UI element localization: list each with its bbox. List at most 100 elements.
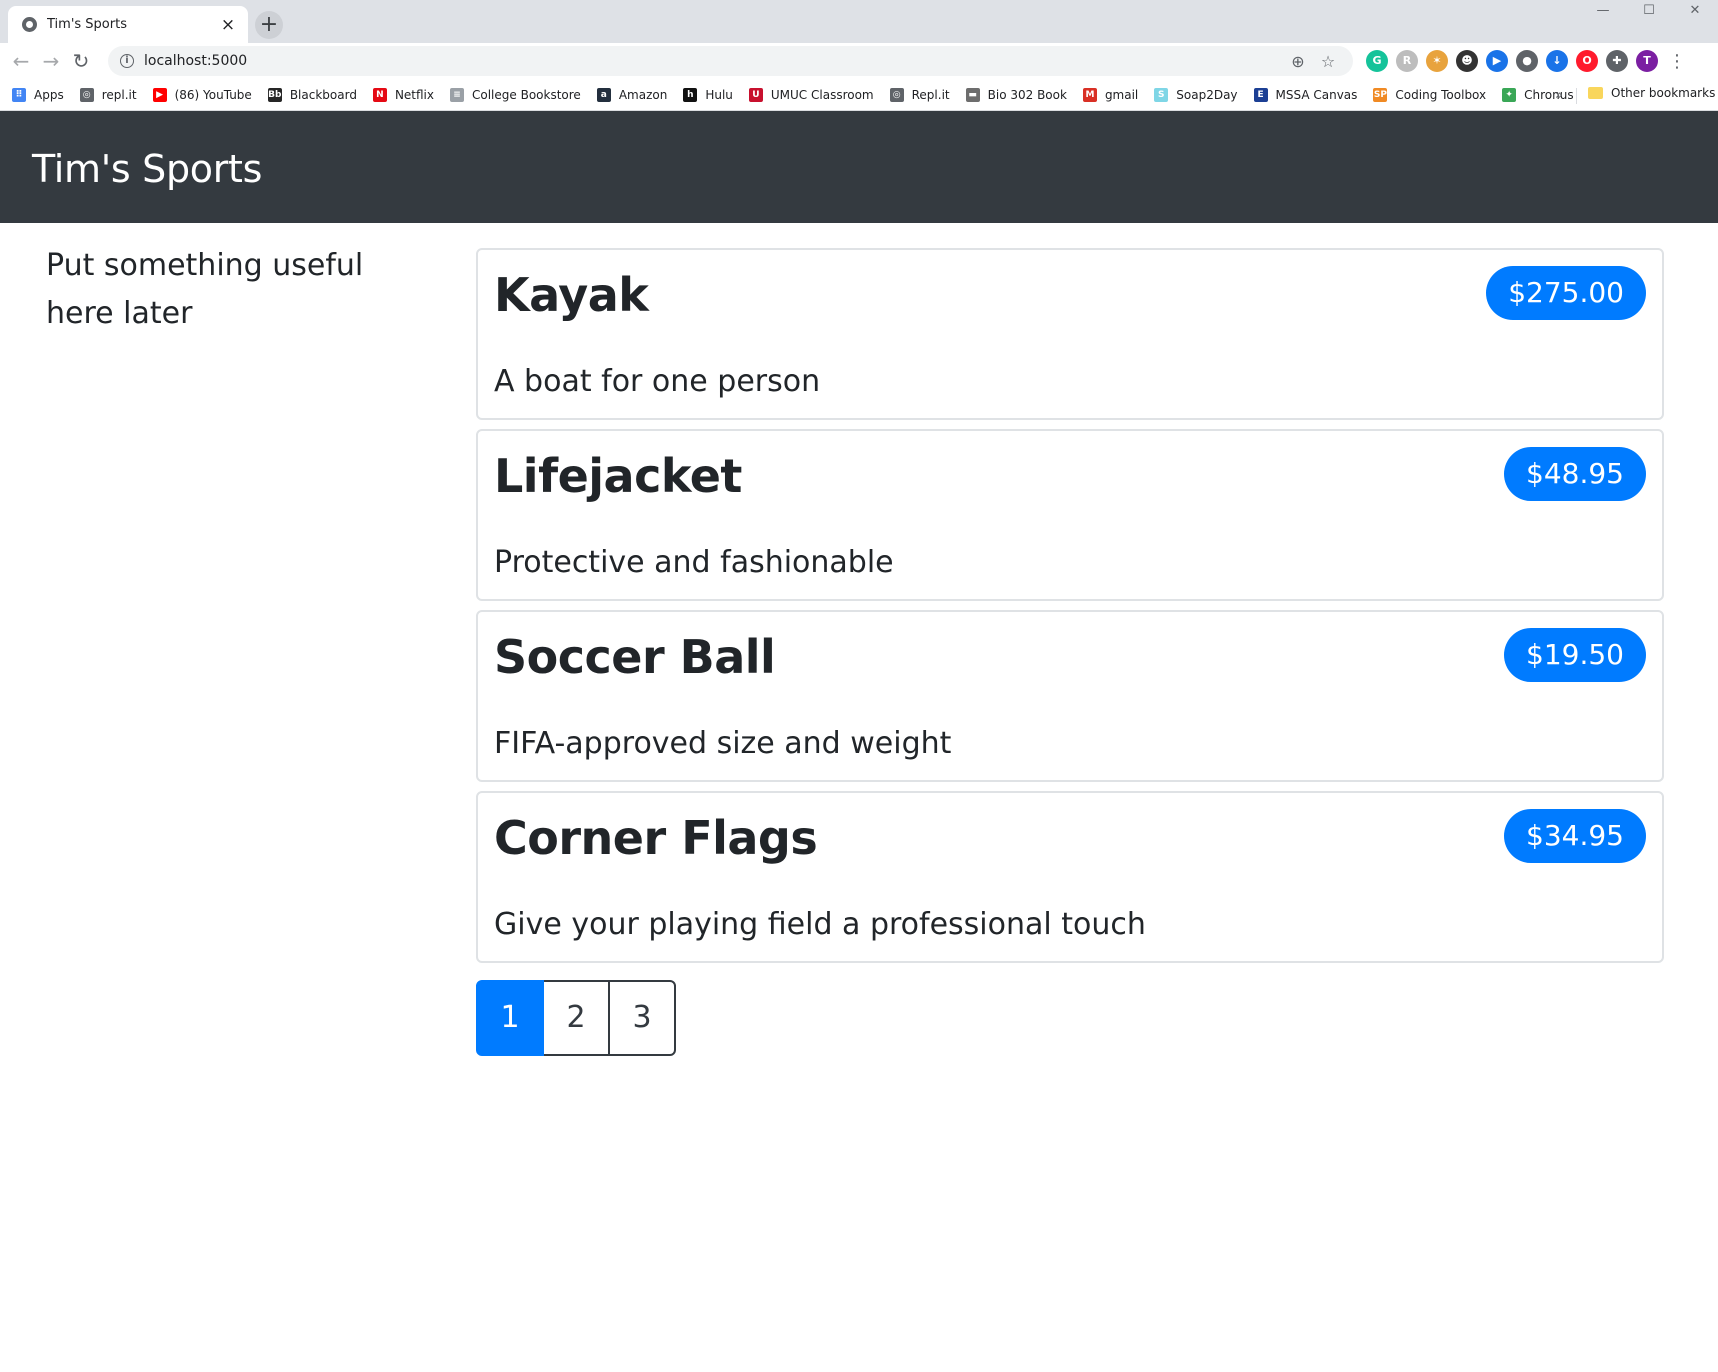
bookmark-item[interactable]: U UMUC Classroom: [748, 87, 874, 102]
browser-tab-strip: Tim's Sports × + — ☐ ✕: [0, 0, 1718, 43]
youtube-icon: ▶: [152, 87, 167, 102]
bookmark-item[interactable]: ▬ Bio 302 Book: [965, 87, 1067, 102]
zoom-icon[interactable]: ⊕: [1283, 52, 1313, 71]
product-description: Protective and fashionable: [494, 545, 894, 580]
opera-extension-icon[interactable]: O: [1576, 50, 1598, 72]
bookmark-label: Apps: [34, 87, 64, 102]
gmail-icon: M: [1082, 87, 1097, 102]
product-card: Soccer Ball $19.50 FIFA-approved size an…: [476, 610, 1664, 782]
grammarly-extension-icon[interactable]: G: [1366, 50, 1388, 72]
canvas-icon: E: [1253, 87, 1268, 102]
bookmark-star-icon[interactable]: ☆: [1313, 52, 1343, 71]
product-name: Lifejacket: [494, 449, 742, 503]
extension-icon[interactable]: ☻: [1456, 50, 1478, 72]
bookmark-label: Chronus: [1524, 87, 1574, 102]
chronus-icon: ✦: [1502, 87, 1517, 102]
umuc-icon: U: [748, 87, 763, 102]
bookmark-label: (86) YouTube: [174, 87, 252, 102]
window-controls: — ☐ ✕: [1580, 0, 1718, 24]
price-badge: $275.00: [1486, 266, 1646, 320]
page-button-3[interactable]: 3: [608, 980, 676, 1056]
pagination: 1 2 3: [476, 980, 676, 1056]
bookmark-item[interactable]: ⠿ Apps: [12, 87, 64, 102]
product-name: Kayak: [494, 268, 649, 322]
minimize-button[interactable]: —: [1580, 0, 1626, 24]
download-extension-icon[interactable]: ↓: [1546, 50, 1568, 72]
bookmark-label: Hulu: [705, 87, 733, 102]
bookmark-item[interactable]: ◎ Repl.it: [889, 87, 950, 102]
forward-arrow-icon[interactable]: →: [36, 46, 66, 76]
blackboard-icon: Bb: [267, 87, 282, 102]
replit-icon: ◎: [79, 87, 94, 102]
apps-grid-icon: ⠿: [12, 87, 26, 102]
price-badge: $48.95: [1504, 447, 1646, 501]
bookmarks-list: ⠿ Apps ◎ repl.it ▶ (86) YouTube Bb Blackboard N N…: [12, 87, 1590, 102]
soap2day-icon: S: [1154, 87, 1169, 102]
play-extension-icon[interactable]: ▶: [1486, 50, 1508, 72]
page-button-1[interactable]: 1: [476, 980, 544, 1056]
other-bookmarks-folder[interactable]: Other bookmarks: [1588, 86, 1715, 100]
bookmarks-divider: [1576, 88, 1577, 104]
bookmark-item[interactable]: a Amazon: [596, 87, 668, 102]
page-icon: ≡: [450, 87, 464, 102]
browser-menu-icon[interactable]: ⋮: [1668, 51, 1686, 72]
toolbox-icon: SP: [1373, 87, 1388, 102]
close-window-button[interactable]: ✕: [1672, 0, 1718, 24]
url-text[interactable]: localhost:5000: [144, 53, 1283, 69]
tab-title: Tim's Sports: [47, 17, 127, 32]
netflix-icon: N: [372, 87, 387, 102]
product-card: Lifejacket $48.95 Protective and fashion…: [476, 429, 1664, 601]
product-card: Corner Flags $34.95 Give your playing fi…: [476, 791, 1664, 963]
bookmark-label: College Bookstore: [472, 87, 581, 102]
browser-toolbar: ← → ↻ i localhost:5000 ⊕ ☆ G R ✶ ☻ ▶ ● ↓ O ✚ T ⋮: [0, 43, 1718, 79]
profile-avatar[interactable]: T: [1636, 50, 1658, 72]
product-card: Kayak $275.00 A boat for one person: [476, 248, 1664, 420]
more-bookmarks-chevron-icon[interactable]: »: [1555, 88, 1563, 103]
price-badge: $34.95: [1504, 809, 1646, 863]
bookmark-label: MSSA Canvas: [1275, 87, 1358, 102]
bookmark-label: Soap2Day: [1176, 87, 1238, 102]
folder-icon: [1588, 87, 1603, 99]
extension-icon[interactable]: ✶: [1426, 50, 1448, 72]
bookmark-item[interactable]: ≡ College Bookstore: [450, 87, 581, 102]
site-navbar: Tim's Sports: [0, 111, 1718, 223]
bookmark-item[interactable]: E MSSA Canvas: [1253, 87, 1358, 102]
amazon-icon: a: [596, 87, 611, 102]
bookmark-item[interactable]: Mgmail: [1082, 87, 1139, 102]
new-tab-button[interactable]: +: [255, 11, 283, 39]
page-button-2[interactable]: 2: [542, 980, 610, 1056]
puzzle-extensions-icon[interactable]: ✚: [1606, 50, 1628, 72]
hulu-icon: h: [683, 87, 698, 102]
extension-icon[interactable]: ●: [1516, 50, 1538, 72]
product-description: FIFA-approved size and weight: [494, 726, 952, 761]
bookmark-label: Bio 302 Book: [987, 87, 1067, 102]
globe-favicon-icon: [22, 17, 37, 32]
bookmark-label: Amazon: [618, 87, 668, 102]
bookmark-item[interactable]: S Soap2Day: [1154, 87, 1238, 102]
close-tab-icon[interactable]: ×: [218, 15, 238, 35]
book-icon: ▬: [965, 87, 980, 102]
product-description: A boat for one person: [494, 364, 821, 399]
bookmark-item[interactable]: Bb Blackboard: [267, 87, 357, 102]
address-bar[interactable]: i localhost:5000 ⊕ ☆: [108, 46, 1353, 76]
back-arrow-icon[interactable]: ←: [6, 46, 36, 76]
navbar-brand[interactable]: Tim's Sports: [32, 147, 262, 191]
bookmark-label: Coding Toolbox: [1395, 87, 1487, 102]
product-name: Soccer Ball: [494, 630, 776, 684]
extension-icon[interactable]: R: [1396, 50, 1418, 72]
bookmark-item[interactable]: ◎ repl.it: [79, 87, 137, 102]
bookmark-label: gmail: [1104, 87, 1139, 102]
bookmark-item[interactable]: N Netflix: [372, 87, 434, 102]
browser-tab[interactable]: Tim's Sports ×: [8, 6, 248, 43]
bookmark-item[interactable]: SP Coding Toolbox: [1373, 87, 1487, 102]
price-badge: $19.50: [1504, 628, 1646, 682]
bookmark-label: Netflix: [394, 87, 434, 102]
product-description: Give your playing field a professional t…: [494, 907, 1146, 942]
site-info-icon[interactable]: i: [120, 54, 134, 68]
maximize-button[interactable]: ☐: [1626, 0, 1672, 24]
bookmark-item[interactable]: ▶ (86) YouTube: [152, 87, 252, 102]
bookmark-label: repl.it: [101, 87, 137, 102]
bookmarks-bar: ⠿ Apps ◎ repl.it ▶ (86) YouTube Bb Blackboard N N…: [0, 79, 1718, 111]
reload-icon[interactable]: ↻: [66, 46, 96, 76]
bookmark-item[interactable]: h Hulu: [683, 87, 733, 102]
